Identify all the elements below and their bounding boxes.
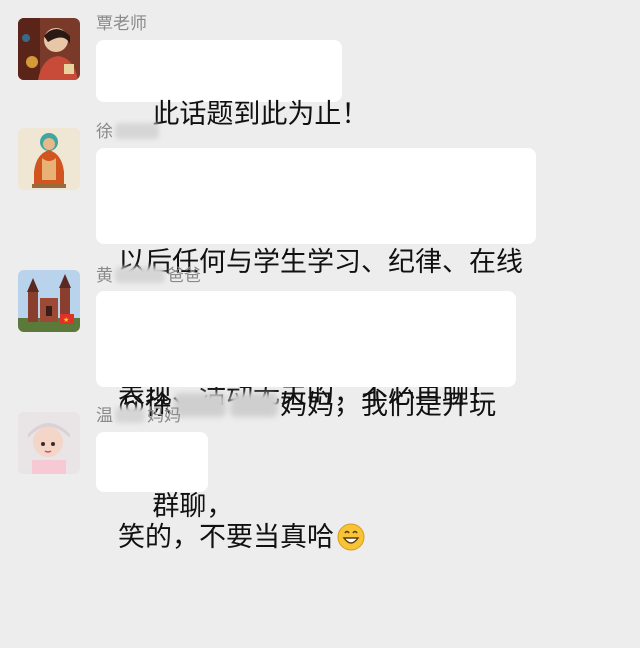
- sender-name-prefix: 温: [96, 406, 113, 426]
- redacted-name: [115, 407, 145, 423]
- sender-name: 温 妈妈: [96, 404, 181, 428]
- sender-name-suffix: 妈妈: [147, 406, 181, 426]
- redacted-name: [174, 393, 226, 417]
- redacted-name: [115, 267, 165, 283]
- buddha-icon[interactable]: [18, 128, 80, 190]
- avatar-illustration-icon[interactable]: [18, 18, 80, 80]
- mention-suffix: 妈妈，我们是开玩: [280, 390, 496, 421]
- sender-name-suffix: 爸爸: [167, 266, 201, 286]
- castle-icon[interactable]: ★: [18, 270, 80, 332]
- message-text: 此话题到此为止！: [152, 99, 369, 130]
- message-bubble[interactable]: 群聊，: [96, 432, 233, 522]
- redacted-name: [230, 393, 278, 417]
- sender-name: 徐: [96, 120, 159, 144]
- message-bubble[interactable]: 此话题到此为止！: [96, 40, 368, 130]
- grinning-face-icon: [336, 522, 366, 552]
- message-bubble[interactable]: @徐 妈妈，我们是开玩 笑的，不要当真哈: [96, 291, 516, 553]
- child-photo-icon[interactable]: [18, 412, 80, 474]
- svg-text:★: ★: [63, 316, 69, 324]
- redacted-name: [115, 123, 159, 139]
- sender-name: 覃老师: [96, 14, 147, 34]
- message-bubble[interactable]: 以后任何与学生学习、纪律、在线 表现、活动无关的，不必再聊！: [96, 148, 536, 410]
- sender-name-visible: 徐: [96, 122, 113, 142]
- sender-name: 黄 爸爸: [96, 264, 201, 288]
- sender-name-prefix: 黄: [96, 266, 113, 286]
- message-text: 群聊，: [152, 491, 234, 522]
